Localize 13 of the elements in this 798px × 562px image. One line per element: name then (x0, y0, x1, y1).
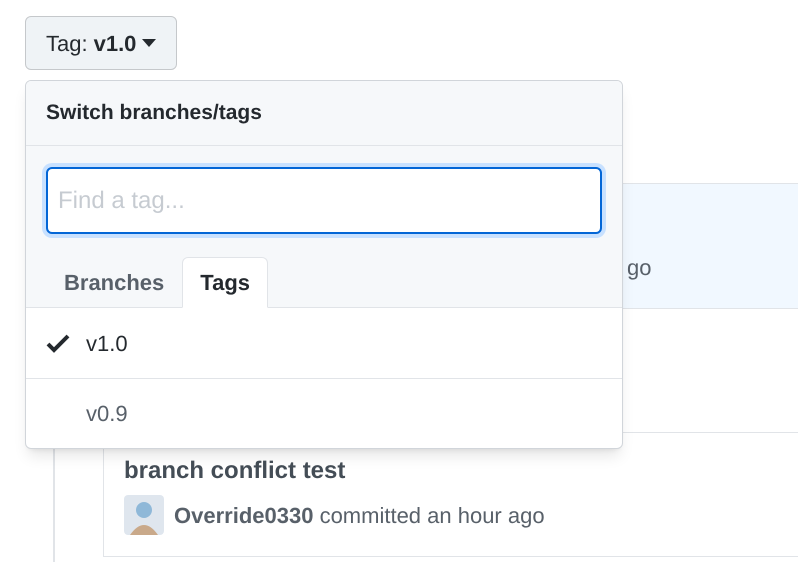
menu-title: Switch branches/tags (46, 100, 262, 126)
avatar-icon (124, 495, 164, 535)
search-field[interactable]: Find a tag... (46, 167, 602, 234)
caret-icon (142, 39, 156, 47)
commit-meta: Override0330 committed an hour ago (174, 502, 545, 530)
tab[interactable]: Tags (182, 257, 268, 308)
commit-meta: go (627, 254, 652, 282)
tag-dropdown-button[interactable]: Tag: v1.0 (25, 16, 178, 70)
tab[interactable]: Branches (46, 257, 182, 308)
tag-item[interactable]: v1.0 (26, 308, 622, 378)
check-icon (46, 333, 70, 353)
commit-title[interactable]: branch conflict test (124, 455, 798, 487)
tag-item[interactable]: v0.9 (26, 378, 622, 448)
